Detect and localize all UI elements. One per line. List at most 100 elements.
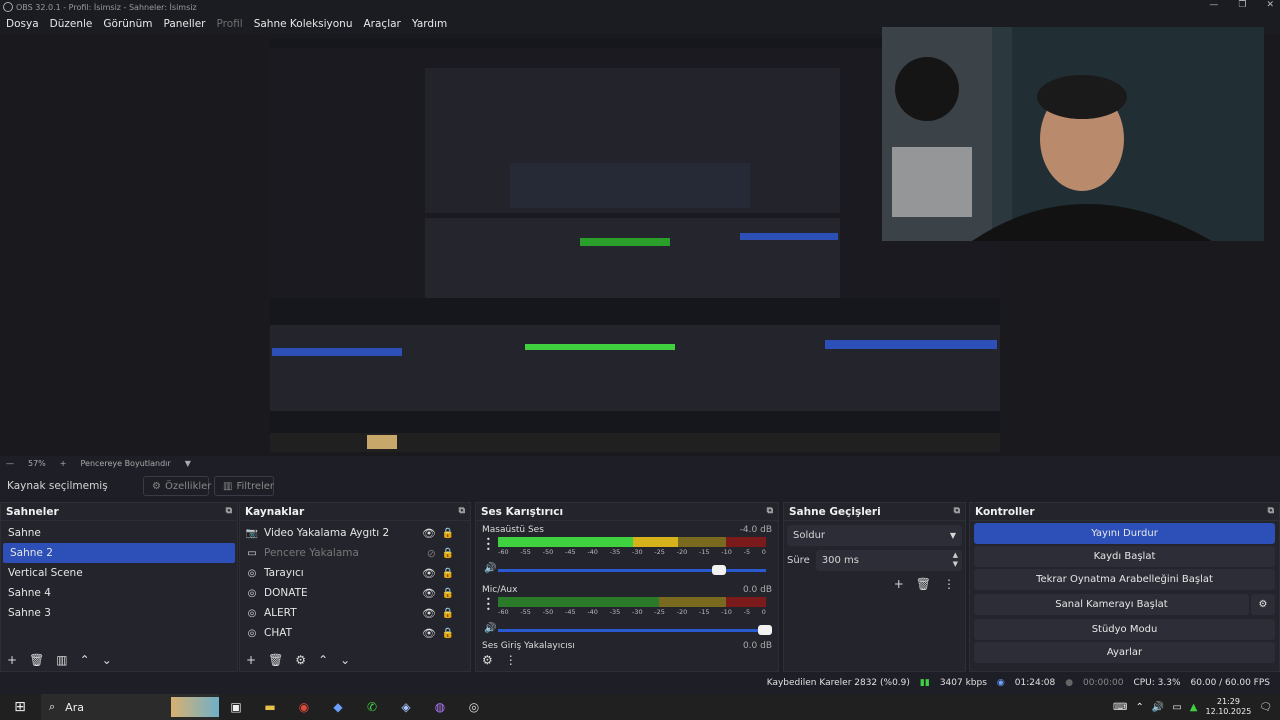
- properties-button[interactable]: ⚙ Özellikler: [143, 476, 211, 496]
- menu-paneller[interactable]: Paneller: [163, 18, 205, 30]
- scene-item[interactable]: Vertical Scene: [1, 563, 237, 583]
- undock-icon[interactable]: ⧉: [226, 506, 232, 516]
- add-scene-icon[interactable]: +: [7, 653, 17, 667]
- windows-start-icon[interactable]: ⊞: [10, 697, 30, 717]
- close-icon[interactable]: ✕: [1266, 0, 1274, 10]
- stop-streaming-button[interactable]: Yayını Durdur: [974, 523, 1275, 544]
- transition-tools: + 🗑 ⋮: [784, 577, 955, 591]
- filters-button[interactable]: ▥ Filtreler: [214, 476, 274, 496]
- file-explorer-icon[interactable]: ▬: [260, 697, 280, 717]
- duration-input[interactable]: 300 ms ▲ ▼: [815, 550, 962, 571]
- start-replay-buffer-button[interactable]: Tekrar Oynatma Arabelleğini Başlat: [974, 569, 1275, 590]
- mixer-menu-icon[interactable]: ⋮: [505, 653, 517, 667]
- speaker-icon[interactable]: 🔊: [484, 623, 496, 634]
- lock-icon[interactable]: 🔒: [442, 628, 454, 639]
- steam-icon[interactable]: ◈: [396, 697, 416, 717]
- maximize-icon[interactable]: ❐: [1238, 0, 1246, 10]
- volume-slider[interactable]: 🔊: [482, 623, 772, 637]
- whatsapp-icon[interactable]: ✆: [362, 697, 382, 717]
- scenes-header: Sahneler ⧉: [1, 503, 237, 521]
- gpu-icon[interactable]: ▲: [1190, 702, 1198, 713]
- visibility-icon[interactable]: 👁: [422, 527, 436, 540]
- slider-knob[interactable]: [758, 625, 772, 635]
- remove-source-icon[interactable]: 🗑: [268, 653, 283, 667]
- transition-select[interactable]: Soldur ▼: [787, 525, 962, 546]
- move-up-icon[interactable]: ⌃: [80, 653, 90, 667]
- obs-icon[interactable]: ◎: [464, 697, 484, 717]
- advanced-audio-icon[interactable]: ⚙: [482, 653, 493, 667]
- scene-item[interactable]: Sahne: [1, 523, 237, 543]
- source-item[interactable]: ◎ ALERT 👁 🔒: [240, 603, 470, 623]
- move-down-icon[interactable]: ⌄: [102, 653, 112, 667]
- task-view-icon[interactable]: ▣: [226, 697, 246, 717]
- tray-chevron-icon[interactable]: ⌃: [1135, 702, 1143, 713]
- dropped-frames: Kaybedilen Kareler 2832 (%0.9): [766, 678, 910, 688]
- menu-dosya[interactable]: Dosya: [6, 18, 39, 30]
- lock-icon[interactable]: 🔒: [442, 548, 454, 559]
- add-transition-icon[interactable]: +: [894, 577, 904, 591]
- visibility-icon[interactable]: 👁: [422, 627, 436, 640]
- add-source-icon[interactable]: +: [246, 653, 256, 667]
- channel-menu-icon[interactable]: • • •: [486, 536, 491, 554]
- menu-sahne-koleksiyonu[interactable]: Sahne Koleksiyonu: [254, 18, 353, 30]
- undock-icon[interactable]: ⧉: [954, 506, 960, 516]
- menu-gorunum[interactable]: Görünüm: [103, 18, 152, 30]
- discord-icon[interactable]: ◍: [430, 697, 450, 717]
- scene-item[interactable]: Sahne 4: [1, 583, 237, 603]
- undock-icon[interactable]: ⧉: [459, 506, 465, 516]
- visibility-icon[interactable]: 👁: [422, 567, 436, 580]
- chrome-icon[interactable]: ◉: [294, 697, 314, 717]
- source-item[interactable]: ◎ CHAT 👁 🔒: [240, 623, 470, 643]
- channel-menu-icon[interactable]: • • •: [486, 596, 491, 614]
- move-up-icon[interactable]: ⌃: [318, 653, 328, 667]
- transition-menu-icon[interactable]: ⋮: [943, 577, 955, 591]
- zoom-dropdown-icon[interactable]: ▼: [185, 459, 191, 468]
- start-recording-button[interactable]: Kaydı Başlat: [974, 546, 1275, 567]
- lock-icon[interactable]: 🔒: [442, 588, 454, 599]
- source-properties-icon[interactable]: ⚙: [295, 653, 306, 667]
- keyboard-icon[interactable]: ⌨: [1113, 702, 1127, 713]
- menu-yardim[interactable]: Yardım: [412, 18, 447, 30]
- scene-item[interactable]: Sahne 3: [1, 603, 237, 623]
- volume-slider[interactable]: 🔊: [482, 563, 772, 577]
- scene-item-selected[interactable]: Sahne 2: [3, 543, 235, 563]
- studio-mode-button[interactable]: Stüdyo Modu: [974, 619, 1275, 640]
- zoom-mode[interactable]: Pencereye Boyutlandır: [80, 459, 170, 468]
- source-item[interactable]: ◎ Tarayıcı 👁 🔒: [240, 563, 470, 583]
- remove-transition-icon[interactable]: 🗑: [916, 577, 931, 591]
- zoom-in-button[interactable]: +: [60, 459, 67, 468]
- speaker-icon[interactable]: 🔊: [484, 563, 496, 574]
- notifications-icon[interactable]: 🗨: [1259, 702, 1272, 713]
- menu-araclar[interactable]: Araçlar: [364, 18, 401, 30]
- volume-icon[interactable]: 🔊: [1152, 702, 1164, 713]
- virtual-camera-settings-icon[interactable]: ⚙: [1251, 594, 1275, 615]
- visibility-icon[interactable]: 👁: [422, 607, 436, 620]
- source-item[interactable]: ◎ DONATE 👁 🔒: [240, 583, 470, 603]
- settings-button[interactable]: Ayarlar: [974, 642, 1275, 663]
- visibility-icon[interactable]: 👁: [422, 587, 436, 600]
- minimize-icon[interactable]: —: [1209, 0, 1218, 10]
- spin-icon[interactable]: ▲ ▼: [953, 551, 958, 569]
- zoom-out-button[interactable]: —: [6, 459, 14, 468]
- app-icon[interactable]: ◆: [328, 697, 348, 717]
- lock-icon[interactable]: 🔒: [442, 528, 454, 539]
- remove-scene-icon[interactable]: 🗑: [29, 653, 44, 667]
- source-item[interactable]: 📷 Video Yakalama Aygıtı 2 👁 🔒: [240, 523, 470, 543]
- lock-icon[interactable]: 🔒: [442, 568, 454, 579]
- clock[interactable]: 21:29 12.10.2025: [1205, 697, 1251, 717]
- source-item[interactable]: ▭ Pencere Yakalama ⊘ 🔒: [240, 543, 470, 563]
- menu-profil[interactable]: Profil: [217, 18, 243, 30]
- taskbar-search[interactable]: ⌕ Ara: [41, 694, 219, 720]
- globe-icon: ◎: [247, 567, 257, 579]
- start-virtual-camera-button[interactable]: Sanal Kamerayı Başlat: [974, 594, 1249, 615]
- menu-duzenle[interactable]: Düzenle: [50, 18, 93, 30]
- network-icon[interactable]: ▭: [1172, 702, 1181, 713]
- undock-icon[interactable]: ⧉: [767, 506, 773, 516]
- source-label: ALERT: [264, 607, 297, 619]
- visibility-off-icon[interactable]: ⊘: [427, 547, 436, 560]
- slider-knob[interactable]: [712, 565, 726, 575]
- lock-icon[interactable]: 🔒: [442, 608, 454, 619]
- scene-filters-icon[interactable]: ▥: [56, 653, 67, 667]
- undock-icon[interactable]: ⧉: [1268, 506, 1274, 516]
- move-down-icon[interactable]: ⌄: [340, 653, 350, 667]
